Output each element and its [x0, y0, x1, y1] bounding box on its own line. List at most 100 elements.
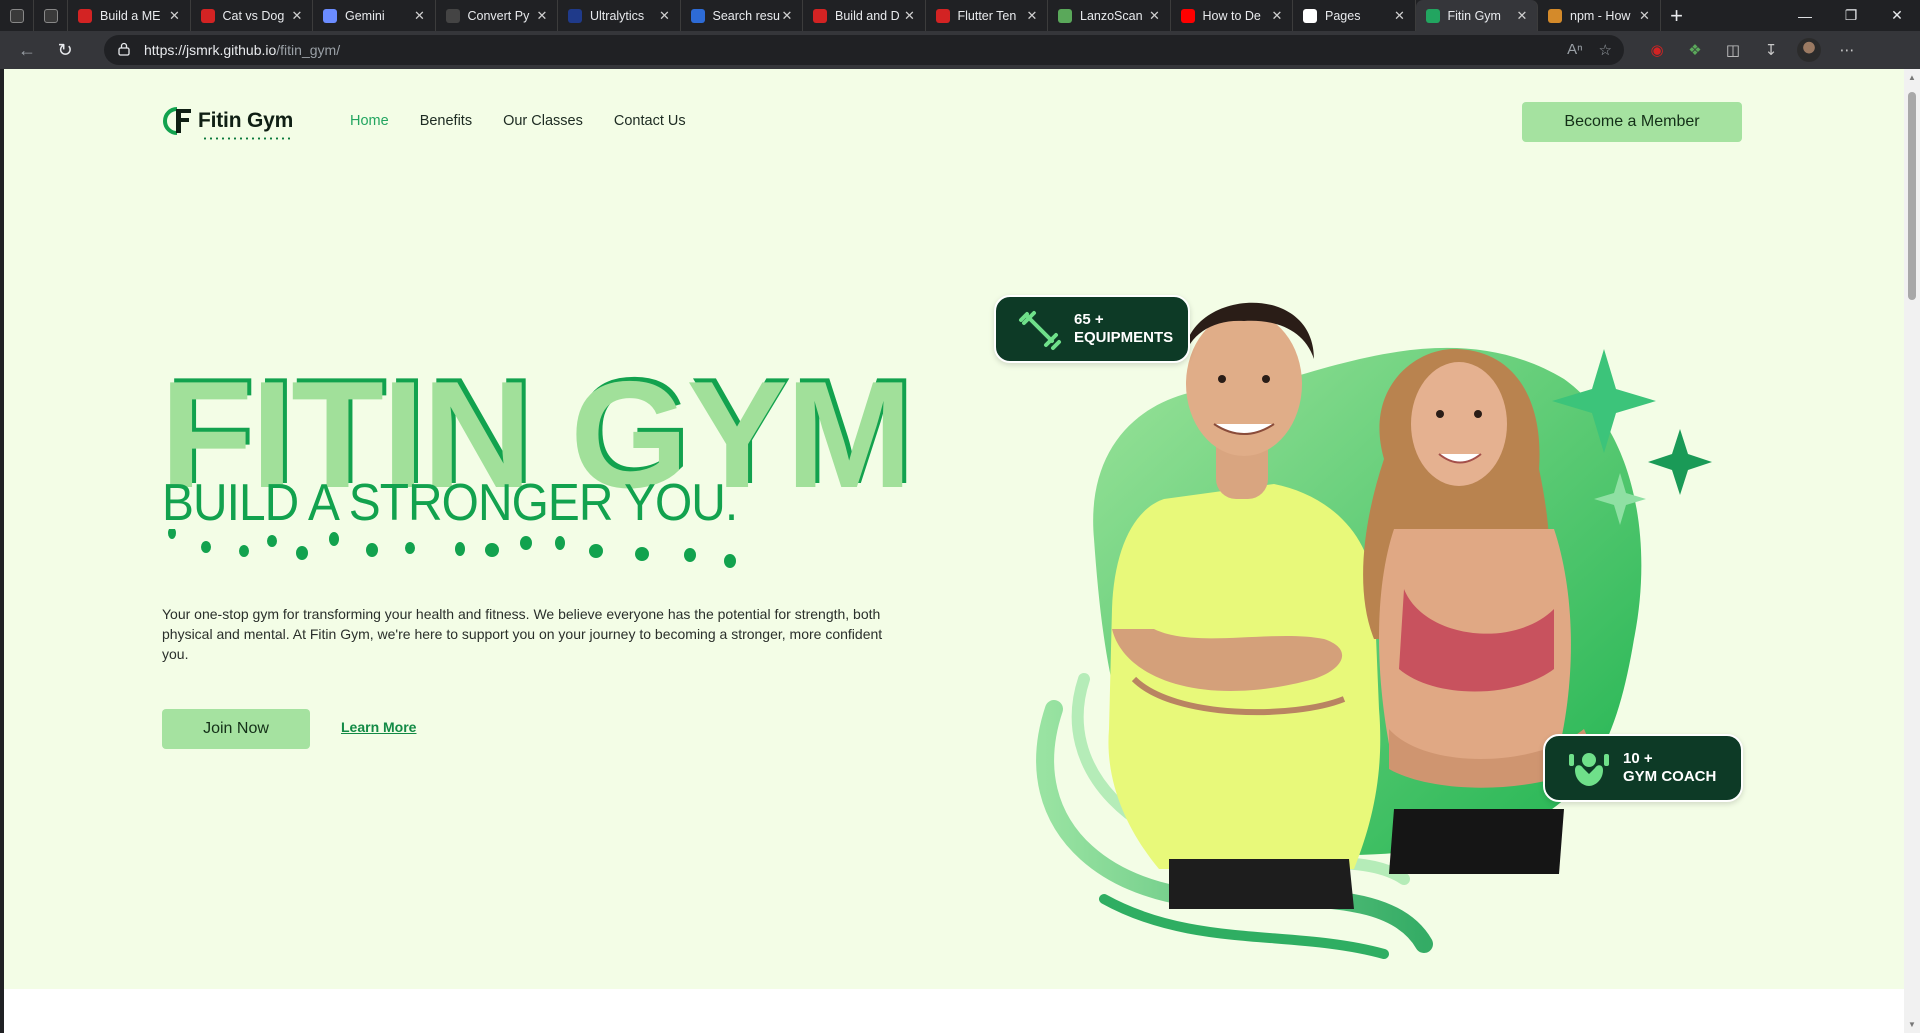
gym-coach-badge: 10 + GYM COACH	[1543, 734, 1743, 802]
tab-title: Search resu	[712, 8, 780, 23]
scrollbar-thumb[interactable]	[1908, 92, 1916, 300]
browser-tab[interactable]: npm - How ✕	[1538, 0, 1661, 31]
tab-close-icon[interactable]: ✕	[1515, 8, 1529, 24]
npm-icon	[1548, 8, 1562, 23]
square-app-icon	[43, 8, 58, 23]
pinned-tab[interactable]	[0, 0, 34, 31]
tab-title: Flutter Ten	[957, 8, 1017, 23]
gemini-icon	[323, 8, 337, 23]
tab-close-icon[interactable]: ✕	[535, 8, 549, 24]
tab-title: Fitin Gym	[1447, 8, 1501, 23]
favorite-star-icon[interactable]: ☆	[1599, 41, 1612, 59]
page-viewport: Fitin Gym Home Benefits Our Classes Cont…	[4, 69, 1904, 1033]
nav-benefits[interactable]: Benefits	[420, 113, 472, 129]
equipments-badge: 65 + EQUIPMENTS	[994, 295, 1190, 363]
scroll-down-icon[interactable]: ▼	[1907, 1020, 1917, 1029]
coach-count: 10 +	[1623, 750, 1653, 767]
main-nav: Home Benefits Our Classes Contact Us	[350, 113, 686, 129]
tab-close-icon[interactable]: ✕	[903, 8, 917, 24]
decorative-dots	[168, 529, 736, 568]
tab-close-icon[interactable]: ✕	[1270, 8, 1284, 24]
tab-close-icon[interactable]: ✕	[168, 8, 182, 24]
fitin-logo-icon	[163, 107, 191, 135]
browser-tab[interactable]: Convert Py ✕	[436, 0, 558, 31]
minimize-icon[interactable]: —	[1782, 0, 1828, 31]
downloads-icon[interactable]: ↧	[1759, 38, 1783, 62]
browser-tab[interactable]: Build and D ✕	[803, 0, 926, 31]
youtube-icon	[78, 8, 92, 23]
browser-tab[interactable]: How to De ✕	[1171, 0, 1293, 31]
logo-text: Fitin Gym	[198, 109, 294, 132]
youtube-icon	[1180, 8, 1195, 23]
fitin-icon	[1425, 8, 1440, 23]
tab-close-icon[interactable]: ✕	[1148, 8, 1162, 24]
browser-toolbar: ← ↻ https://jsmrk.github.io/fitin_gym/ A…	[0, 31, 1920, 69]
reload-icon[interactable]: ↻	[46, 31, 84, 69]
browser-tab[interactable]: Gemini ✕	[313, 0, 436, 31]
tab-close-icon[interactable]: ✕	[413, 8, 427, 24]
hero-section: Fitin Gym Home Benefits Our Classes Cont…	[4, 69, 1904, 989]
youtube-icon	[813, 8, 827, 23]
youtube-icon	[935, 8, 950, 23]
lanzo-icon	[1058, 8, 1072, 23]
square-app-icon	[9, 8, 24, 23]
browser-tab[interactable]: Flutter Ten ✕	[926, 0, 1048, 31]
scroll-up-icon[interactable]: ▲	[1907, 73, 1917, 82]
tab-close-icon[interactable]: ✕	[290, 8, 304, 24]
equipments-count: 65 +	[1074, 311, 1104, 328]
dumbbell-icon	[1019, 311, 1061, 350]
nav-home[interactable]: Home	[350, 113, 389, 129]
browser-tab[interactable]: LanzoScan ✕	[1048, 0, 1171, 31]
tab-close-icon[interactable]: ✕	[780, 8, 794, 24]
flexing-arm-icon	[1569, 753, 1609, 786]
tab-title: Gemini	[345, 8, 385, 23]
browser-tab[interactable]: Search resu ✕	[681, 0, 803, 31]
profile-avatar[interactable]	[1797, 38, 1821, 62]
extension-icon[interactable]: ❖	[1683, 38, 1707, 62]
tab-title: Cat vs Dog	[222, 8, 285, 23]
browser-tab[interactable]: Cat vs Dog ✕	[191, 0, 313, 31]
join-now-button[interactable]: Join Now	[162, 709, 310, 749]
learn-more-link[interactable]: Learn More	[341, 719, 416, 735]
ultralytics-icon	[568, 8, 582, 23]
close-window-icon[interactable]: ✕	[1874, 0, 1920, 31]
site-logo[interactable]: Fitin Gym	[162, 106, 294, 140]
window-controls: — ❐ ✕	[1782, 0, 1920, 31]
nav-our-classes[interactable]: Our Classes	[503, 113, 583, 129]
address-bar[interactable]: https://jsmrk.github.io/fitin_gym/ Aⁿ ☆	[104, 35, 1624, 65]
tab-close-icon[interactable]: ✕	[1638, 8, 1652, 24]
restore-icon[interactable]: ❐	[1828, 0, 1874, 31]
tab-close-icon[interactable]: ✕	[1025, 8, 1039, 24]
tab-title: Pages	[1325, 8, 1361, 23]
browser-tab[interactable]: Fitin Gym ✕	[1415, 0, 1538, 31]
new-tab-icon[interactable]: +	[1661, 3, 1693, 29]
tab-title: LanzoScan	[1080, 8, 1143, 23]
tab-title: Ultralytics	[590, 8, 645, 23]
tab-close-icon[interactable]: ✕	[658, 8, 672, 24]
ublock-extension-icon[interactable]: ◉	[1645, 38, 1669, 62]
browser-tab[interactable]: Ultralytics ✕	[558, 0, 681, 31]
tab-title: How to De	[1202, 8, 1261, 23]
hero-description: Your one-stop gym for transforming your …	[162, 606, 883, 662]
nav-contact-us[interactable]: Contact Us	[614, 113, 686, 129]
site-info-lock-icon[interactable]	[118, 42, 130, 56]
split-screen-icon[interactable]: ◫	[1721, 38, 1745, 62]
more-menu-icon[interactable]: ⋯	[1835, 38, 1859, 62]
tab-title: Build and D	[835, 8, 900, 23]
search-icon	[690, 8, 705, 23]
equipments-label: EQUIPMENTS	[1074, 329, 1174, 346]
github-icon	[1303, 8, 1317, 23]
tab-title: npm - How	[1570, 8, 1631, 23]
become-member-button[interactable]: Become a Member	[1522, 102, 1742, 142]
browser-tab[interactable]: Build a ME ✕	[68, 0, 191, 31]
pinned-tab[interactable]	[34, 0, 68, 31]
browser-tab[interactable]: Pages ✕	[1293, 0, 1416, 31]
logo-dots	[202, 137, 294, 140]
browser-window: Build a ME ✕ Cat vs Dog ✕ Gemini ✕ Convert Py ✕…	[0, 0, 1920, 1033]
back-icon[interactable]: ←	[8, 31, 46, 69]
tab-title: Build a ME	[100, 8, 161, 23]
tab-close-icon[interactable]: ✕	[1393, 8, 1407, 24]
read-aloud-icon[interactable]: Aⁿ	[1567, 41, 1582, 59]
coach-label: GYM COACH	[1623, 768, 1717, 785]
page-scrollbar[interactable]: ▲ ▼	[1904, 69, 1920, 1033]
